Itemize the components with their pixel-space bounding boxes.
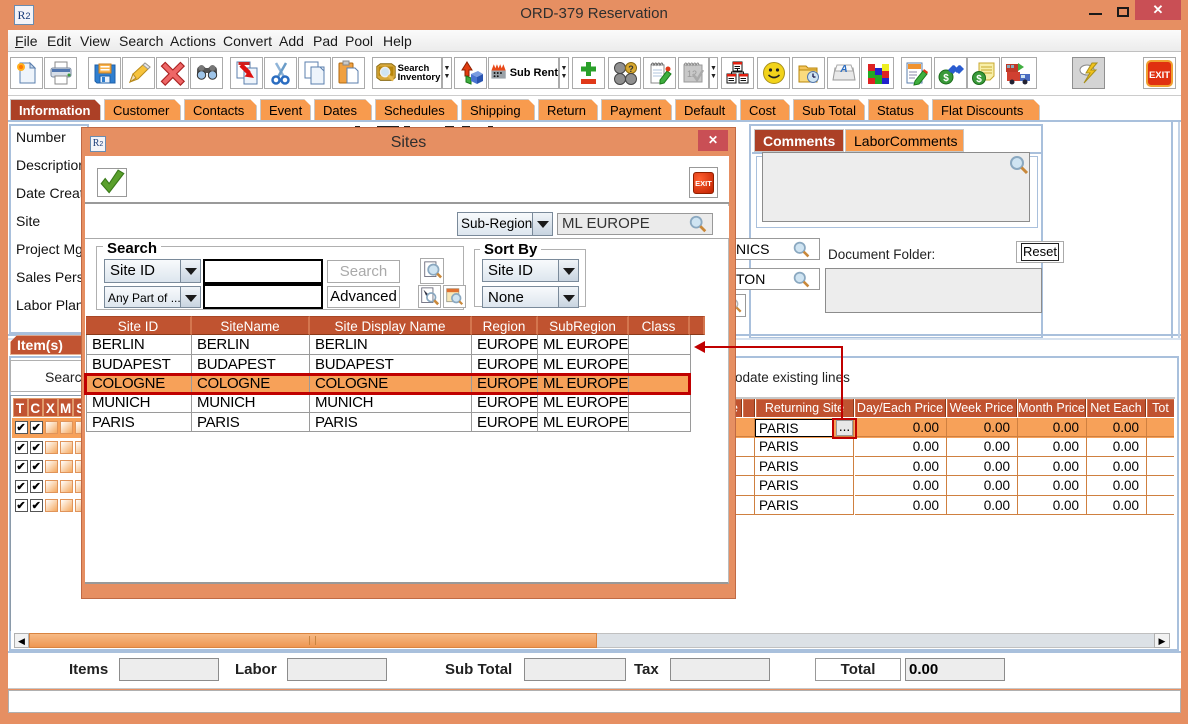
svg-text:?: ? <box>628 64 634 74</box>
svg-text:$: $ <box>943 73 949 84</box>
svg-text:EXIT: EXIT <box>1149 70 1170 81</box>
svg-text:A: A <box>839 64 847 75</box>
svg-text:$: $ <box>976 74 982 85</box>
